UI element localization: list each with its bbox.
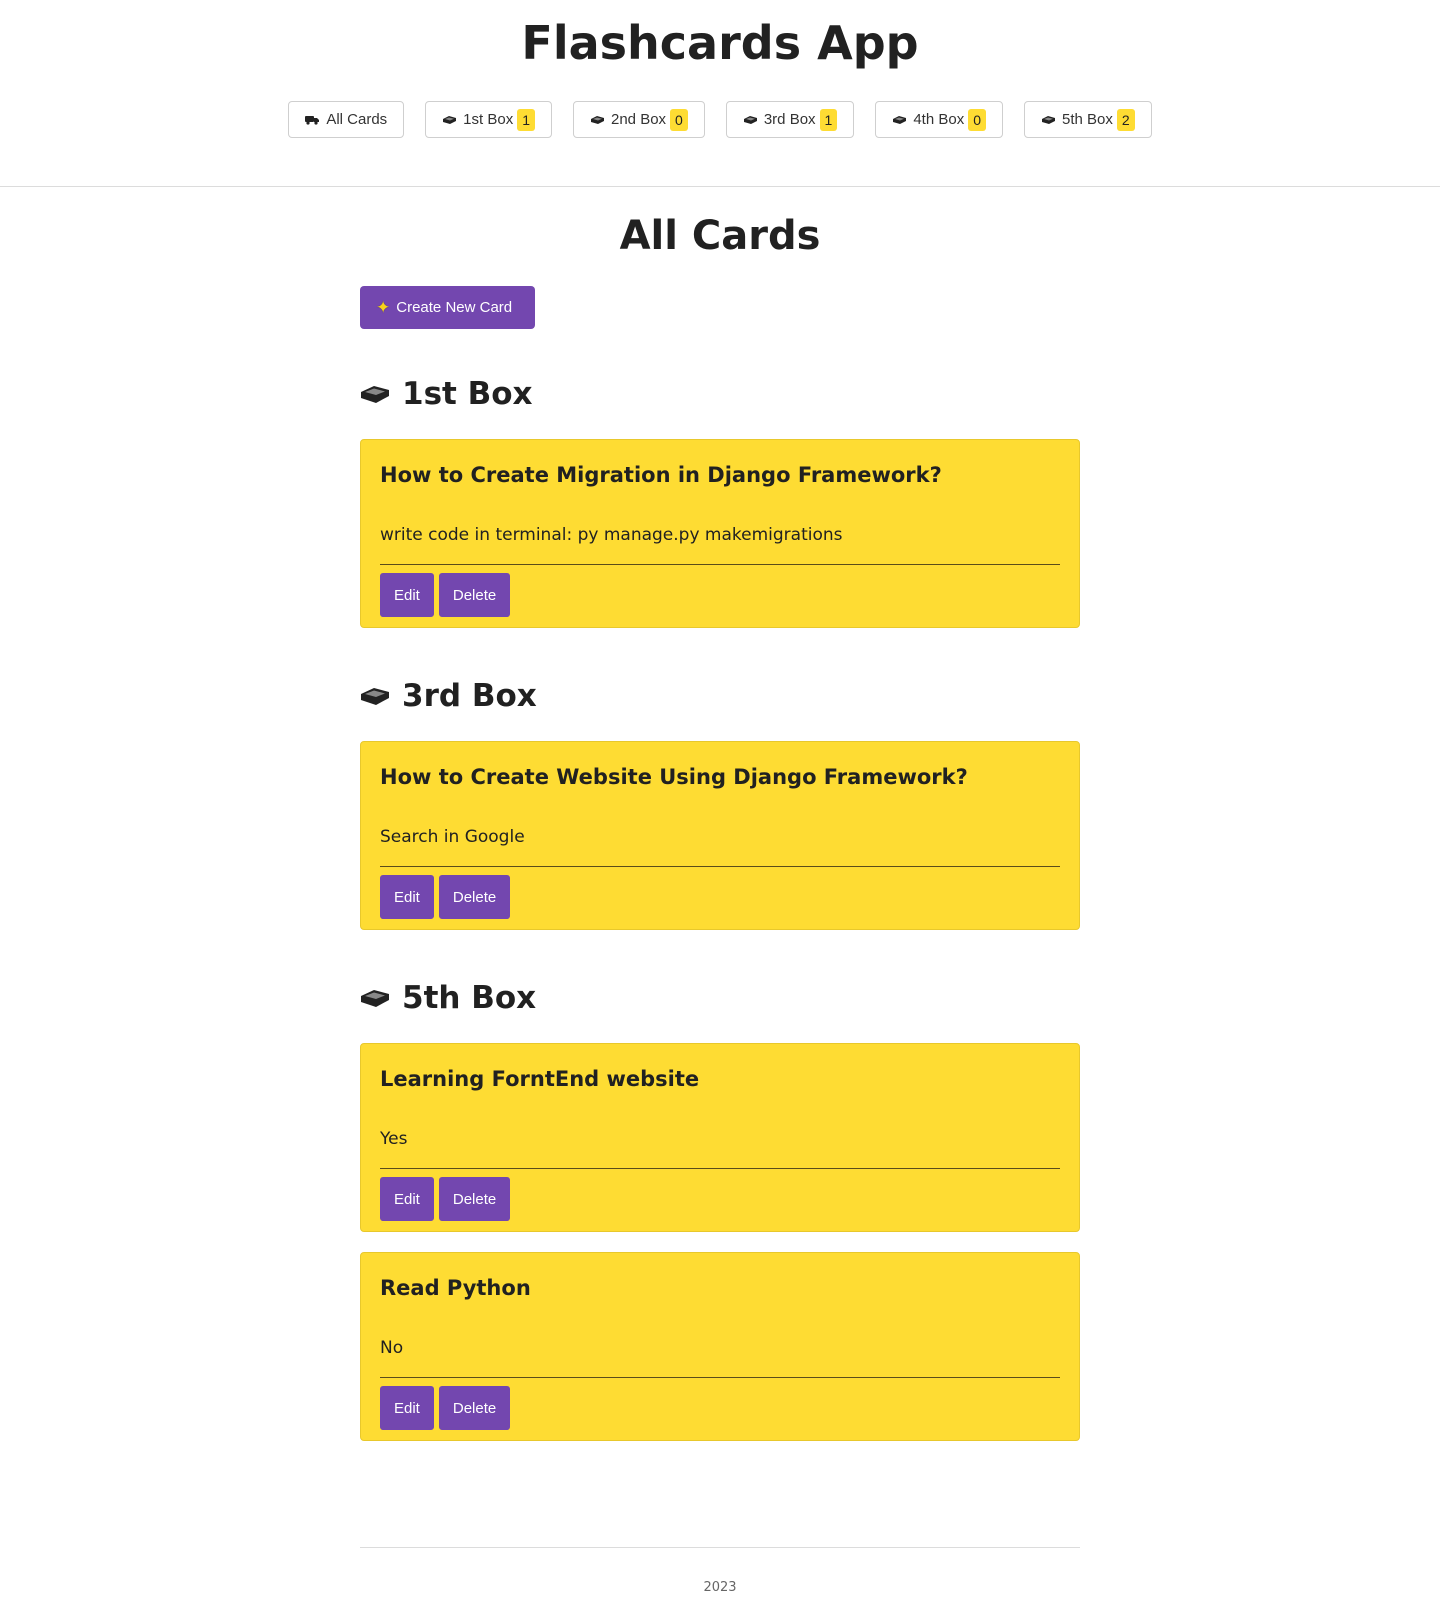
box-icon bbox=[1042, 115, 1056, 124]
delete-button[interactable]: Delete bbox=[438, 875, 511, 919]
box-icon bbox=[743, 115, 757, 124]
edit-button[interactable]: Edit bbox=[380, 1386, 434, 1430]
create-card-label: Create New Card bbox=[396, 299, 513, 316]
box-section: 5th Box Learning ForntEnd website Yes Ed… bbox=[360, 978, 1080, 1441]
box-icon bbox=[361, 688, 389, 705]
flashcard: How to Create Website Using Django Frame… bbox=[360, 741, 1080, 930]
card-question: How to Create Website Using Django Frame… bbox=[380, 765, 968, 789]
card-divider bbox=[380, 866, 1060, 867]
count-badge: 1 bbox=[819, 108, 838, 131]
flashcard: How to Create Migration in Django Framew… bbox=[360, 439, 1080, 628]
nav-label: 4th Box bbox=[913, 111, 965, 128]
box-icon bbox=[361, 386, 389, 403]
nav-box-1[interactable]: 1st Box 1 bbox=[425, 101, 552, 138]
box-heading-label: 5th Box bbox=[402, 980, 537, 1016]
delete-button[interactable]: Delete bbox=[438, 1177, 511, 1221]
card-answer: Search in Google bbox=[380, 827, 525, 847]
card-actions: Edit Delete bbox=[380, 1177, 1060, 1221]
nav-box-5[interactable]: 5th Box 2 bbox=[1024, 101, 1152, 138]
nav-label: 1st Box bbox=[463, 111, 514, 128]
box-section: 3rd Box How to Create Website Using Djan… bbox=[360, 676, 1080, 930]
card-question: Learning ForntEnd website bbox=[380, 1067, 700, 1091]
box-heading-label: 1st Box bbox=[402, 376, 533, 412]
card-question: Read Python bbox=[380, 1276, 531, 1300]
card-answer: No bbox=[380, 1338, 404, 1358]
nav-label: All Cards bbox=[326, 111, 388, 128]
nav-box-2[interactable]: 2nd Box 0 bbox=[573, 101, 705, 138]
main-content: All Cards ✦ Create New Card 1st Box How … bbox=[360, 188, 1080, 1441]
card-answer: write code in terminal: py manage.py mak… bbox=[380, 525, 843, 545]
card-actions: Edit Delete bbox=[380, 875, 1060, 919]
footer-year: 2023 bbox=[703, 1580, 737, 1595]
nav-all-cards[interactable]: All Cards bbox=[288, 101, 405, 138]
flashcard: Learning ForntEnd website Yes Edit Delet… bbox=[360, 1043, 1080, 1232]
box-heading: 3rd Box bbox=[360, 676, 1080, 716]
card-question: How to Create Migration in Django Framew… bbox=[380, 463, 942, 487]
box-nav: All Cards 1st Box 1 2nd Box 0 3rd Box 1 bbox=[0, 101, 1440, 138]
edit-button[interactable]: Edit bbox=[380, 573, 434, 617]
app-header: Flashcards App All Cards 1st Box 1 2nd B… bbox=[0, 0, 1440, 187]
nav-label: 3rd Box bbox=[763, 111, 816, 128]
count-badge: 1 bbox=[517, 108, 535, 131]
count-badge: 0 bbox=[968, 108, 987, 131]
box-section: 1st Box How to Create Migration in Djang… bbox=[360, 374, 1080, 628]
box-heading: 1st Box bbox=[360, 374, 1080, 414]
nav-box-4[interactable]: 4th Box 0 bbox=[875, 101, 1004, 138]
sparkle-icon: ✦ bbox=[376, 297, 391, 317]
card-divider bbox=[380, 1168, 1060, 1169]
delete-button[interactable]: Delete bbox=[438, 1386, 511, 1430]
edit-button[interactable]: Edit bbox=[380, 1177, 434, 1221]
flashcard: Read Python No Edit Delete bbox=[360, 1252, 1080, 1441]
card-actions: Edit Delete bbox=[380, 1386, 1060, 1430]
nav-box-3[interactable]: 3rd Box 1 bbox=[725, 101, 855, 138]
nav-label: 2nd Box bbox=[611, 111, 667, 128]
app-title: Flashcards App bbox=[521, 16, 919, 70]
count-badge: 0 bbox=[670, 108, 688, 131]
count-badge: 2 bbox=[1116, 108, 1135, 131]
card-divider bbox=[380, 1377, 1060, 1378]
delete-button[interactable]: Delete bbox=[438, 573, 511, 617]
card-answer: Yes bbox=[380, 1129, 408, 1149]
box-icon bbox=[591, 115, 604, 124]
page-title: All Cards bbox=[619, 213, 821, 259]
box-icon bbox=[443, 115, 457, 124]
box-icon bbox=[893, 115, 907, 124]
edit-button[interactable]: Edit bbox=[380, 875, 434, 919]
create-card-button[interactable]: ✦ Create New Card bbox=[360, 286, 535, 329]
box-icon bbox=[361, 990, 389, 1007]
nav-label: 5th Box bbox=[1062, 111, 1113, 128]
box-heading-label: 3rd Box bbox=[402, 678, 537, 714]
footer-divider bbox=[360, 1547, 1080, 1548]
card-actions: Edit Delete bbox=[380, 573, 1060, 617]
truck-icon bbox=[305, 115, 320, 125]
card-divider bbox=[380, 564, 1060, 565]
box-heading: 5th Box bbox=[360, 978, 1080, 1018]
